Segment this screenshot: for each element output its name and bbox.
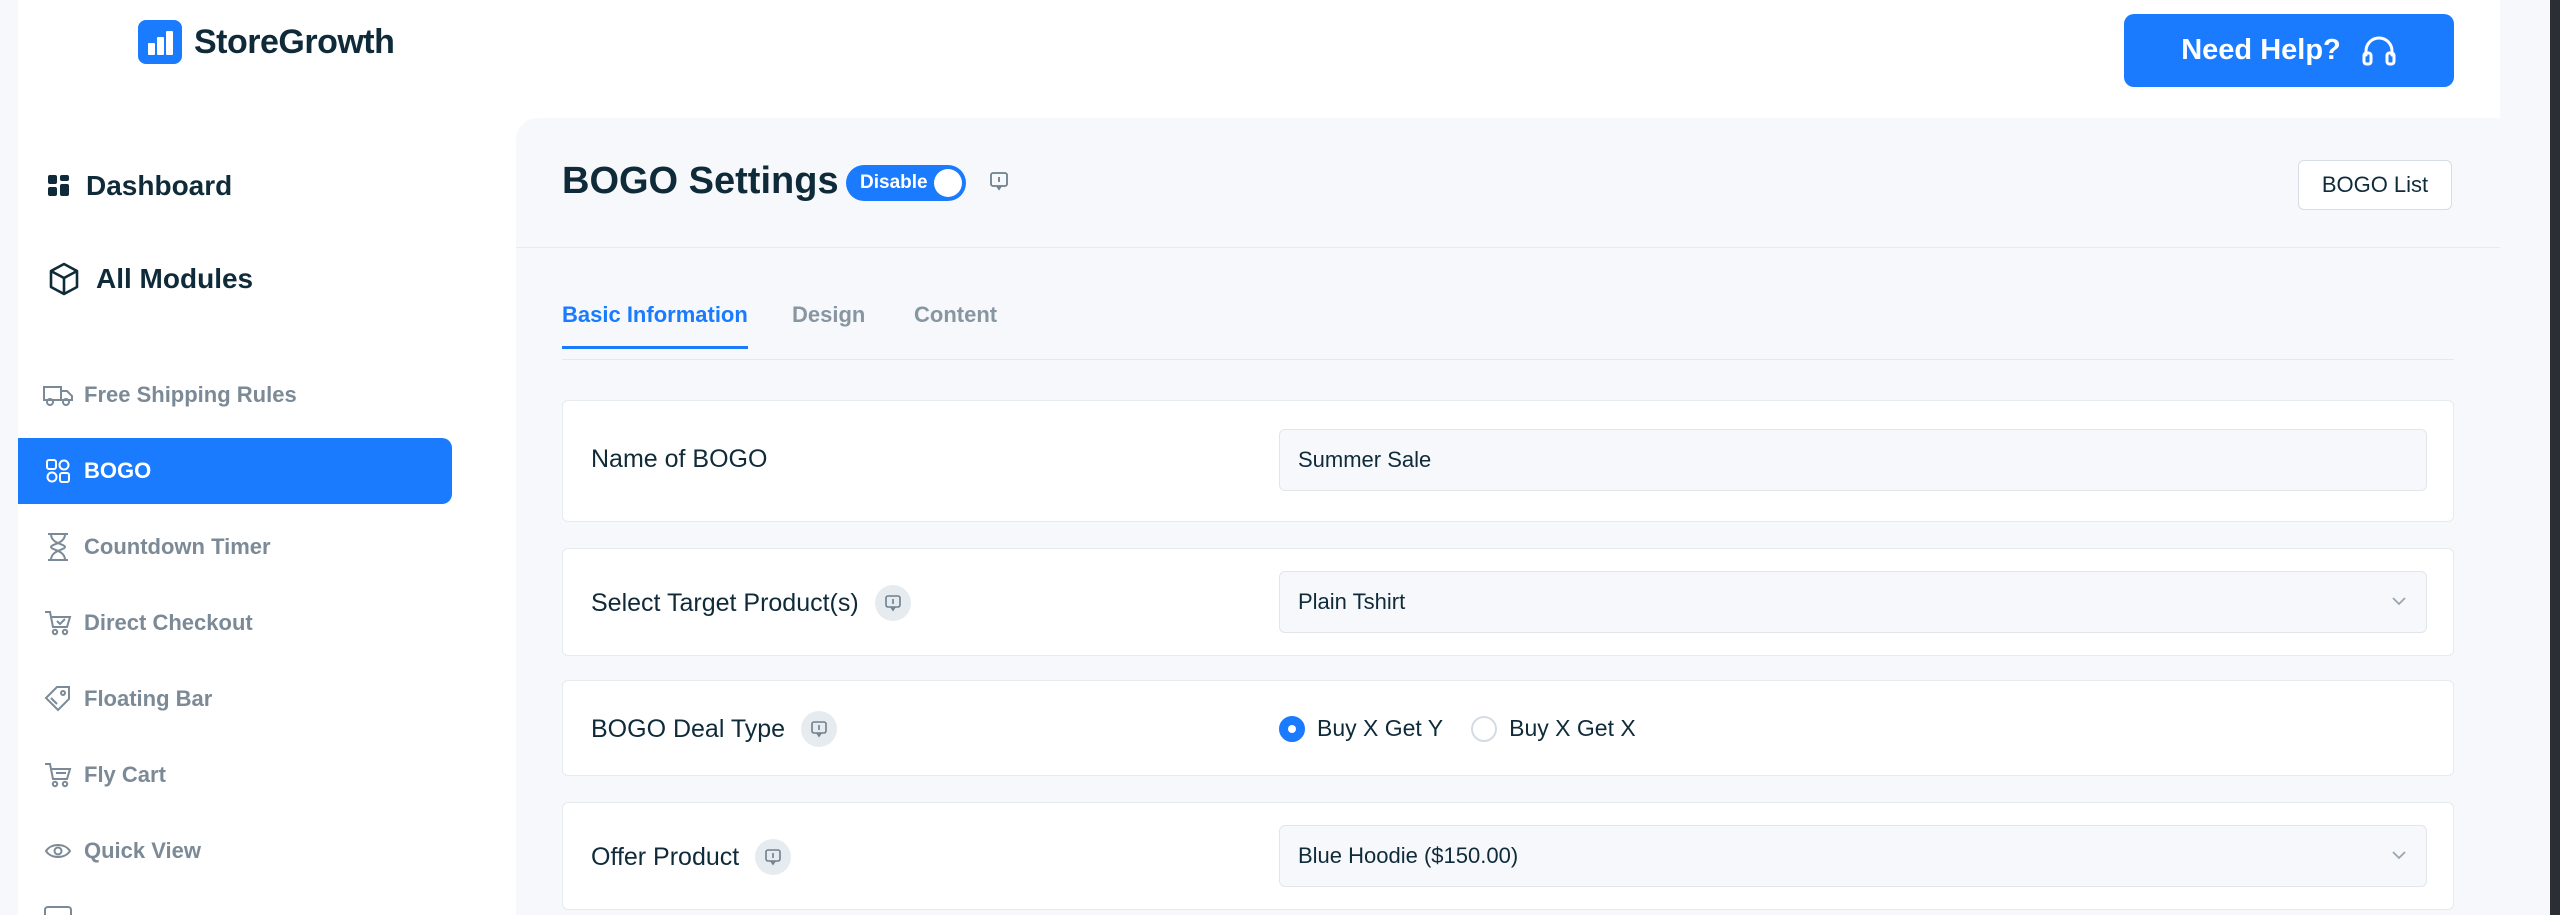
- sidebar-item-all-modules[interactable]: All Modules: [48, 262, 253, 296]
- enable-toggle[interactable]: Disable: [846, 165, 966, 201]
- sidebar-item-floating-bar[interactable]: Floating Bar: [18, 666, 452, 732]
- radio-label: Buy X Get Y: [1317, 715, 1444, 741]
- sidebar-next-item-icon: [44, 906, 72, 915]
- page-left-edge: [0, 0, 18, 915]
- sidebar-item-label: All Modules: [96, 263, 254, 294]
- sidebar-item-label: Floating Bar: [84, 686, 213, 711]
- radio-dot: [1471, 715, 1498, 742]
- radio-dot: [1279, 715, 1305, 742]
- sidebar-item-label: Direct Checkout: [84, 610, 253, 635]
- sidebar-item-dashboard[interactable]: Dashboard: [48, 170, 232, 202]
- deal-type-radio-group: Buy X Get Y Buy X Get X: [1279, 715, 1664, 742]
- cube-icon: [48, 262, 80, 296]
- offer-product-select[interactable]: Blue Hoodie ($150.00): [1279, 825, 2427, 887]
- deal-type-label: BOGO Deal Type: [591, 714, 786, 743]
- target-products-select[interactable]: Plain Tshirt: [1279, 571, 2427, 633]
- radio-buy-x-get-x[interactable]: Buy X Get X: [1471, 715, 1636, 742]
- sidebar-item-label: Fly Cart: [84, 762, 166, 787]
- tabs: Basic Information Design Content: [562, 290, 2454, 360]
- offer-product-label: Offer Product: [591, 842, 740, 871]
- info-icon[interactable]: [755, 839, 792, 875]
- cart-icon: [42, 759, 74, 791]
- dashboard-grid-icon: [48, 175, 70, 197]
- need-help-button[interactable]: Need Help?: [2124, 14, 2454, 87]
- bogo-list-button[interactable]: BOGO List: [2298, 160, 2452, 210]
- bogo-shapes-icon: [42, 455, 74, 487]
- toggle-knob: [934, 169, 962, 197]
- brand-logo[interactable]: StoreGrowth: [138, 20, 395, 64]
- page-title: BOGO Settings: [562, 160, 839, 202]
- sidebar-item-countdown-timer[interactable]: Countdown Timer: [18, 514, 452, 580]
- offer-product-value: Blue Hoodie ($150.00): [1298, 843, 1519, 868]
- sidebar-item-free-shipping-rules[interactable]: Free Shipping Rules: [18, 362, 452, 428]
- deal-type-label-group: BOGO Deal Type: [591, 711, 838, 747]
- tag-icon: [42, 683, 74, 715]
- offer-product-label-group: Offer Product: [591, 839, 792, 875]
- bogo-name-input[interactable]: [1279, 429, 2427, 491]
- radio-label: Buy X Get X: [1509, 715, 1636, 741]
- sidebar-item-quick-view[interactable]: Quick View: [18, 818, 452, 884]
- main-panel: BOGO Settings Disable BOGO List Basic In…: [516, 118, 2500, 915]
- sidebar-item-direct-checkout[interactable]: Direct Checkout: [18, 590, 452, 656]
- settings-header: BOGO Settings Disable BOGO List: [516, 118, 2500, 248]
- tab-basic-information[interactable]: Basic Information: [562, 302, 748, 349]
- headset-icon: [2362, 36, 2396, 65]
- sidebar-item-label: Countdown Timer: [84, 534, 271, 559]
- sidebar: Dashboard All Modules Free Shipping Rule…: [18, 118, 518, 915]
- name-label: Name of BOGO: [591, 445, 768, 473]
- radio-buy-x-get-y[interactable]: Buy X Get Y: [1279, 715, 1443, 742]
- toggle-label: Disable: [860, 172, 928, 193]
- sidebar-item-bogo[interactable]: BOGO: [18, 438, 452, 504]
- truck-icon: [42, 379, 74, 411]
- tab-design[interactable]: Design: [792, 302, 865, 346]
- sidebar-item-fly-cart[interactable]: Fly Cart: [18, 742, 452, 808]
- hourglass-icon: [42, 531, 74, 563]
- cart-check-icon: [42, 607, 74, 639]
- sidebar-item-label: Quick View: [84, 838, 201, 863]
- sidebar-item-label: Free Shipping Rules: [84, 382, 297, 407]
- form-row-deal-type: BOGO Deal Type Buy X Get Y Buy X Get X: [562, 680, 2454, 776]
- sidebar-item-label: BOGO: [84, 458, 152, 483]
- info-icon[interactable]: [988, 170, 1010, 197]
- tab-content[interactable]: Content: [914, 302, 997, 346]
- target-products-value: Plain Tshirt: [1298, 589, 1406, 614]
- need-help-label: Need Help?: [2181, 34, 2341, 66]
- target-products-label: Select Target Product(s): [591, 588, 859, 617]
- form-row-target-products: Select Target Product(s) Plain Tshirt: [562, 548, 2454, 656]
- brand-name: StoreGrowth: [194, 22, 395, 61]
- info-icon[interactable]: [801, 711, 838, 747]
- storegrowth-logo-icon: [138, 20, 182, 64]
- page-right-edge: [2500, 0, 2560, 915]
- form-row-offer-product: Offer Product Blue Hoodie ($150.00): [562, 802, 2454, 910]
- info-icon[interactable]: [874, 585, 911, 621]
- form-row-name: Name of BOGO: [562, 400, 2454, 522]
- sidebar-item-label: Dashboard: [86, 170, 233, 201]
- eye-icon: [42, 835, 74, 867]
- target-products-label-group: Select Target Product(s): [591, 585, 911, 621]
- chevron-down-icon: [2392, 597, 2406, 606]
- chevron-down-icon: [2392, 851, 2406, 860]
